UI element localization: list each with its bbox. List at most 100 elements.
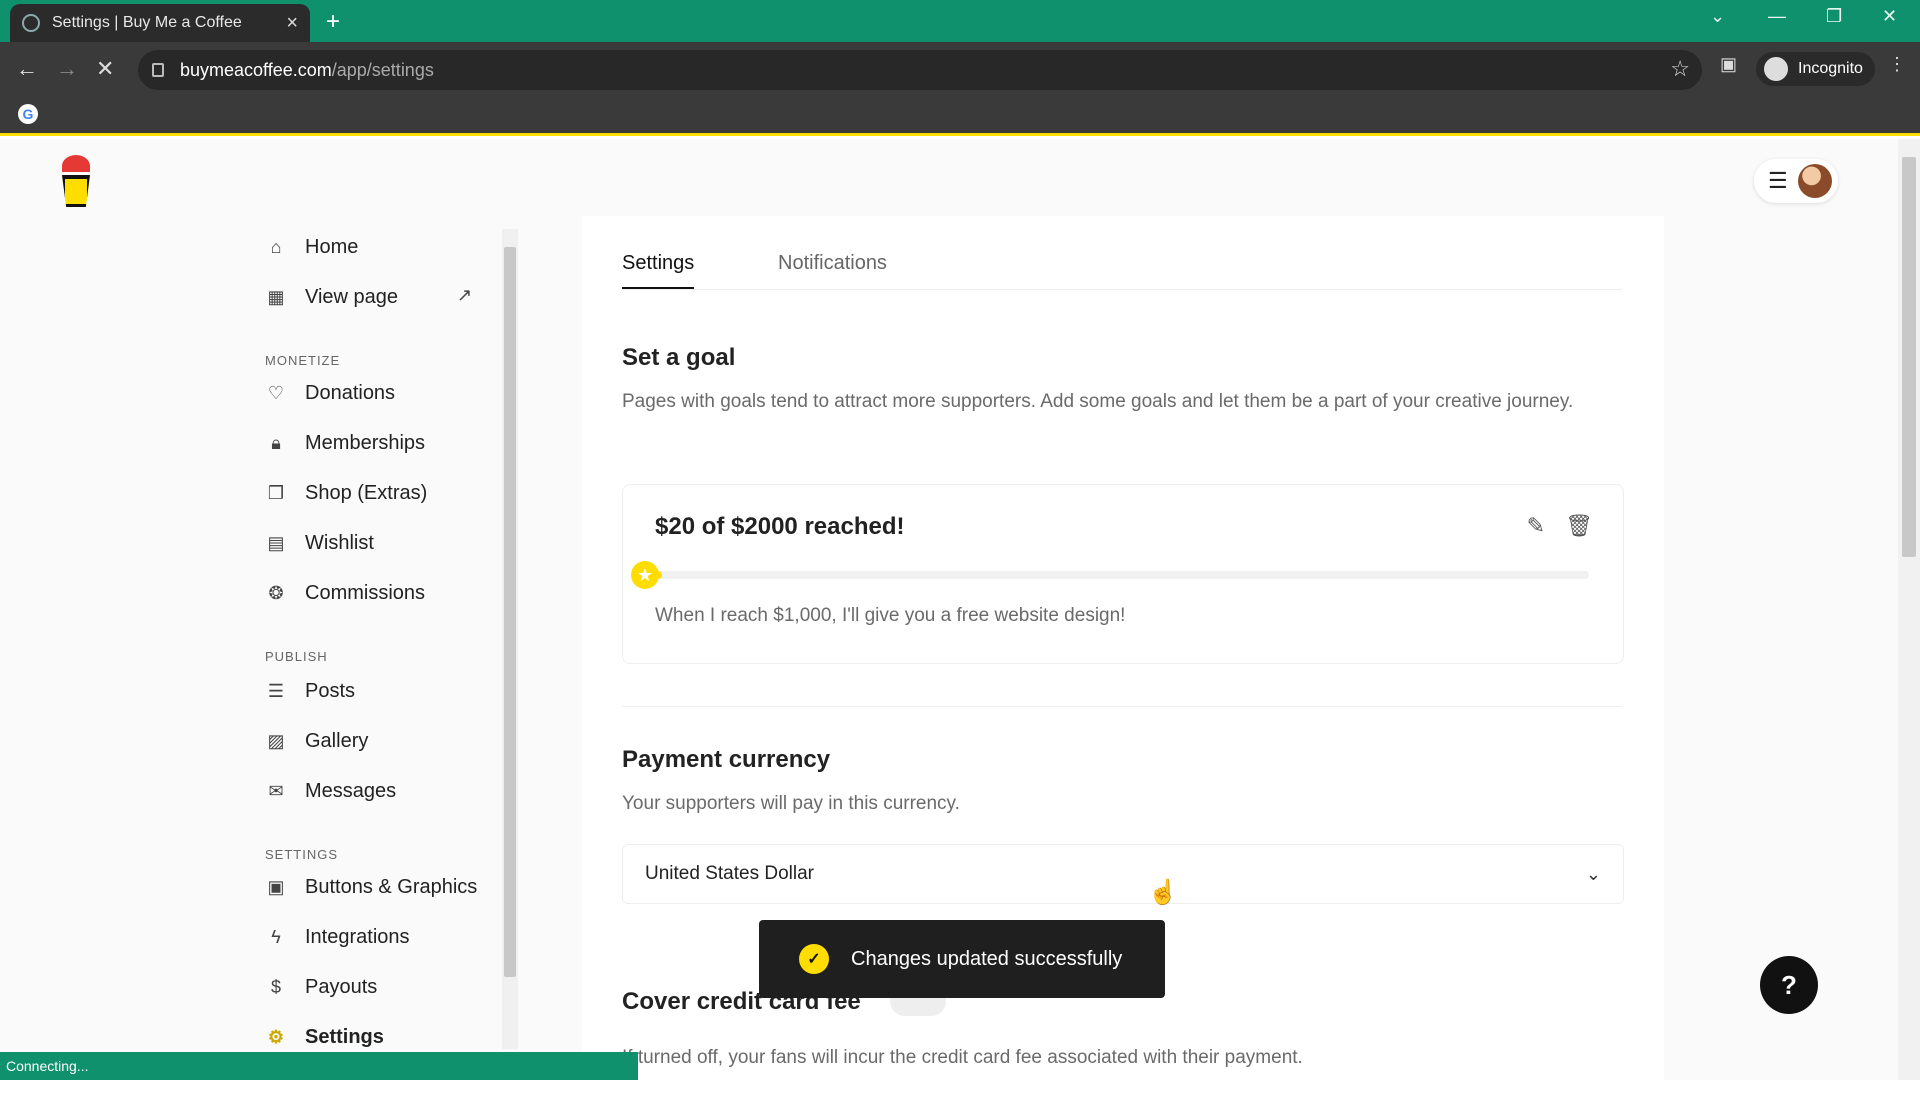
graphics-icon: ▣	[267, 876, 285, 897]
forward-icon[interactable]: →	[56, 56, 78, 82]
restore-icon[interactable]: ❐	[1826, 6, 1842, 27]
sidebar-item-label: Home	[305, 235, 359, 258]
sidebar-item-memberships[interactable]: 🔒︎ Memberships	[265, 425, 425, 461]
currency-heading: Payment currency	[622, 746, 831, 773]
sidebar-item-label: Gallery	[305, 729, 369, 752]
dollar-icon: $	[270, 976, 281, 997]
goal-text: When I reach $1,000, I'll give you a fre…	[655, 605, 1126, 626]
page-scroll-thumb[interactable]	[1902, 157, 1916, 557]
sidebar-item-label: Shop (Extras)	[305, 481, 428, 504]
status-bar: Connecting...	[0, 1052, 638, 1080]
sidebar-item-label: Payouts	[305, 975, 378, 998]
section-publish: PUBLISH	[265, 649, 328, 664]
success-toast: ✓ Changes updated successfully	[759, 920, 1165, 998]
stop-icon[interactable]: ✕	[96, 56, 114, 82]
browser-tabbar: Settings | Buy Me a Coffee × + ⌄ — ❐ ✕	[0, 0, 1920, 42]
commission-icon: ❂	[268, 582, 284, 603]
sidebar-item-label: Wishlist	[305, 531, 374, 554]
browser-tab[interactable]: Settings | Buy Me a Coffee ×	[10, 4, 310, 42]
edit-icon[interactable]: ✎	[1527, 513, 1545, 539]
back-icon[interactable]: ←	[16, 56, 38, 82]
sidebar-item-messages[interactable]: ✉ Messages	[265, 773, 396, 809]
sidebar-item-label: Messages	[305, 779, 397, 802]
close-tab-icon[interactable]: ×	[286, 12, 298, 35]
gear-icon: ⚙	[267, 1026, 285, 1047]
chevron-down-icon: ⌄	[1585, 863, 1601, 884]
star-icon: ★	[631, 561, 659, 589]
gallery-icon: ▨	[267, 730, 285, 751]
sidebar-item-view-page[interactable]: ▦ View page	[265, 279, 398, 315]
heart-icon: ♡	[267, 382, 285, 403]
browser-menu-icon[interactable]: ⋮	[1888, 54, 1906, 75]
toast-message: Changes updated successfully	[851, 947, 1123, 970]
minimize-icon[interactable]: —	[1768, 6, 1786, 27]
currency-description: Your supporters will pay in this currenc…	[622, 793, 960, 814]
sidebar-item-label: Commissions	[305, 581, 426, 604]
external-link-icon[interactable]: ↗	[457, 285, 472, 306]
sidebar-item-donations[interactable]: ♡ Donations	[265, 375, 395, 411]
incognito-label: Incognito	[1798, 60, 1863, 77]
coffee-cup-icon	[62, 175, 90, 207]
bolt-icon: ϟ	[271, 926, 281, 947]
new-tab-icon[interactable]: +	[326, 8, 340, 36]
currency-selected: United States Dollar	[645, 863, 814, 884]
trash-icon[interactable]: 🗑︎	[1565, 513, 1593, 539]
tab-favicon-icon	[22, 14, 40, 32]
section-monetize: MONETIZE	[265, 353, 341, 368]
sidebar-scrollbar[interactable]	[502, 229, 518, 1049]
hamburger-icon: ☰	[1768, 168, 1788, 193]
sidebar-item-posts[interactable]: ☰ Posts	[265, 673, 355, 709]
google-icon[interactable]: G	[18, 104, 38, 124]
tab-search-icon[interactable]: ⌄	[1710, 6, 1725, 27]
sidebar-item-integrations[interactable]: ϟ Integrations	[265, 919, 410, 955]
help-button[interactable]: ?	[1760, 956, 1818, 1014]
page-icon: ▦	[267, 286, 285, 307]
tab-title: Settings | Buy Me a Coffee	[52, 14, 242, 31]
wishlist-icon: ▤	[267, 532, 285, 553]
url-path: /app/settings	[331, 59, 434, 80]
avatar	[1797, 164, 1832, 198]
url-bar[interactable]: buymeacoffee.com /app/settings ☆	[138, 50, 1702, 90]
divider	[622, 706, 1622, 707]
side-panel-icon[interactable]: ▣	[1720, 54, 1737, 75]
incognito-icon	[1764, 57, 1788, 81]
currency-select[interactable]: United States Dollar ⌄	[622, 844, 1624, 904]
sidebar-item-commissions[interactable]: ❂ Commissions	[265, 575, 425, 611]
account-menu[interactable]: ☰	[1754, 159, 1838, 203]
check-icon: ✓	[799, 944, 829, 974]
sidebar-item-payouts[interactable]: $ Payouts	[265, 969, 377, 1005]
page-scrollbar[interactable]	[1898, 139, 1920, 1080]
sidebar-item-settings[interactable]: ⚙ Settings	[265, 1019, 384, 1055]
sidebar-item-label: Donations	[305, 381, 396, 404]
lock-icon	[152, 63, 164, 77]
sidebar-item-label: Posts	[305, 679, 356, 702]
tab-settings[interactable]: Settings	[622, 252, 695, 289]
bookmark-star-icon[interactable]: ☆	[1670, 56, 1690, 82]
sidebar-item-label: View page	[305, 285, 399, 308]
sidebar-item-gallery[interactable]: ▨ Gallery	[265, 723, 368, 759]
goal-description: Pages with goals tend to attract more su…	[622, 391, 1574, 412]
sidebar-item-home[interactable]: ⌂ Home	[265, 229, 359, 265]
sidebar-item-label: Memberships	[305, 431, 426, 454]
incognito-indicator[interactable]: Incognito	[1756, 52, 1875, 86]
section-settings: SETTINGS	[265, 847, 339, 862]
bmc-logo[interactable]	[56, 153, 96, 209]
hand-cursor-icon: ☝	[1148, 879, 1178, 906]
bookmarks-bar	[0, 98, 1920, 136]
close-window-icon[interactable]: ✕	[1882, 6, 1897, 27]
goal-box: $20 of $2000 reached! ✎ 🗑︎ ★ When I reac…	[622, 484, 1624, 664]
mail-icon: ✉	[268, 780, 284, 801]
sidebar-item-label: Settings	[305, 1025, 384, 1048]
url-domain: buymeacoffee.com	[180, 59, 332, 80]
santa-hat-icon	[62, 155, 90, 177]
sidebar-item-label: Integrations	[305, 925, 410, 948]
sidebar-item-wishlist[interactable]: ▤ Wishlist	[265, 525, 374, 561]
goal-title: $20 of $2000 reached!	[655, 513, 905, 540]
sidebar-item-buttons-graphics[interactable]: ▣ Buttons & Graphics	[265, 869, 477, 905]
tab-notifications[interactable]: Notifications	[778, 252, 887, 275]
sidebar-scroll-thumb[interactable]	[504, 247, 516, 977]
sidebar-item-label: Buttons & Graphics	[305, 875, 478, 898]
gift-icon: ❒	[267, 482, 285, 503]
sidebar: ⌂ Home ▦ View page ↗ MONETIZE ♡ Donation…	[255, 229, 510, 1089]
sidebar-item-shop[interactable]: ❒ Shop (Extras)	[265, 475, 427, 511]
